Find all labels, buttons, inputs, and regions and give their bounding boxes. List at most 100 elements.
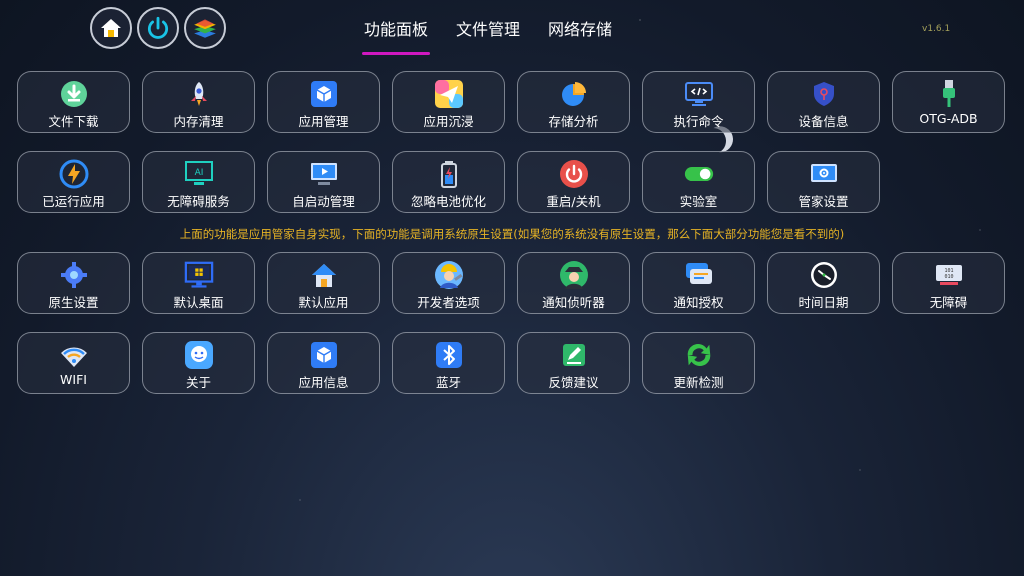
pie-chart-icon	[561, 82, 586, 106]
tile-app-manager[interactable]: 应用管理	[267, 71, 380, 133]
tile-manager-settings[interactable]: 管家设置	[767, 151, 880, 213]
layers-button[interactable]	[184, 7, 226, 49]
tile-label: 通知授权	[673, 295, 724, 310]
tile-developer-options[interactable]: 开发者选项	[392, 252, 505, 314]
tile-autostart-manager[interactable]: 自启动管理	[267, 151, 380, 213]
tile-wifi[interactable]: WIFI	[17, 332, 130, 394]
app-cube-icon	[310, 342, 337, 368]
toggle-icon	[684, 166, 713, 182]
tile-default-desktop[interactable]: 默认桌面	[142, 252, 255, 314]
tile-bluetooth[interactable]: 蓝牙	[392, 332, 505, 394]
tab-function-panel[interactable]: 功能面板	[350, 18, 442, 55]
tile-label: 内存清理	[173, 114, 224, 129]
tile-running-apps[interactable]: 已运行应用	[17, 151, 130, 213]
info-note: 上面的功能是应用管家自身实现，下面的功能是调用系统原生设置(如果您的系统没有原生…	[179, 227, 845, 241]
tile-label: 默认桌面	[173, 295, 224, 310]
home-app-icon	[311, 264, 336, 287]
tile-label: 应用管理	[298, 114, 349, 129]
usb-icon	[942, 80, 955, 107]
tile-accessibility-service[interactable]: AI 无障碍服务	[142, 151, 255, 213]
code-monitor-icon	[684, 82, 713, 106]
tile-label: 默认应用	[298, 295, 349, 310]
tile-label: 反馈建议	[548, 375, 599, 390]
tile-label: 原生设置	[48, 295, 99, 310]
developer-worker-icon	[434, 261, 463, 289]
desktop-icon	[184, 261, 213, 288]
tile-storage-analysis[interactable]: 存储分析	[517, 71, 630, 133]
tile-otg-adb[interactable]: OTG-ADB	[892, 71, 1005, 133]
home-icon	[101, 19, 121, 37]
power-button[interactable]	[137, 7, 179, 49]
tile-file-download[interactable]: 文件下载	[17, 71, 130, 133]
wifi-icon	[60, 347, 87, 367]
battery-icon	[440, 161, 457, 188]
tile-label: 关于	[185, 375, 211, 390]
tab-file-manager[interactable]: 文件管理	[442, 18, 534, 52]
app-cube-icon	[310, 81, 337, 107]
clock-icon	[810, 262, 837, 288]
tile-label: 蓝牙	[435, 375, 461, 390]
tile-label: 无障碍	[929, 295, 968, 310]
tile-label: 重启/关机	[546, 194, 601, 209]
tile-notification-authorization[interactable]: 通知授权	[642, 252, 755, 314]
tile-label: WIFI	[60, 372, 87, 387]
version-label: v1.6.1	[922, 24, 951, 34]
home-button[interactable]	[90, 7, 132, 49]
tile-label: 时间日期	[798, 295, 849, 310]
ai-screen-icon: AI	[184, 161, 213, 185]
main-tabs: 功能面板 文件管理 网络存储	[350, 18, 626, 55]
tile-update-check[interactable]: 更新检测	[642, 332, 755, 394]
edit-note-icon	[562, 344, 585, 366]
download-icon	[60, 81, 87, 107]
tile-label: 应用沉浸	[423, 114, 474, 129]
tile-time-date[interactable]: 时间日期	[767, 252, 880, 314]
gear-icon	[60, 262, 87, 288]
top-icon-bar	[90, 7, 226, 49]
tab-network-storage[interactable]: 网络存储	[534, 18, 626, 52]
tile-app-immersive[interactable]: 应用沉浸	[392, 71, 505, 133]
power-icon	[147, 16, 169, 39]
tile-label: 通知侦听器	[542, 295, 605, 310]
tile-label: 执行命令	[673, 114, 724, 129]
tile-label: 设备信息	[798, 114, 849, 129]
tile-label: 已运行应用	[42, 194, 105, 209]
tile-label: 实验室	[679, 194, 718, 209]
tile-label: 自启动管理	[292, 194, 355, 209]
layers-icon	[194, 19, 216, 38]
monitor-play-icon	[310, 163, 337, 185]
tile-label: 忽略电池优化	[410, 194, 486, 209]
detective-icon	[559, 261, 588, 289]
tile-reboot-shutdown[interactable]: 重启/关机	[517, 151, 630, 213]
chat-bubble-icon	[685, 263, 712, 284]
tile-feedback[interactable]: 反馈建议	[517, 332, 630, 394]
settings-screen-icon	[810, 164, 837, 182]
bluetooth-icon	[435, 342, 462, 368]
paper-plane-icon	[434, 80, 463, 108]
svg-text:010: 010	[944, 274, 953, 280]
tile-native-settings[interactable]: 原生设置	[17, 252, 130, 314]
tile-label: 无障碍服务	[167, 194, 230, 209]
power-off-icon	[559, 160, 588, 188]
tile-label: 管家设置	[798, 194, 849, 209]
tile-label: 文件下载	[48, 114, 99, 129]
tile-label: 开发者选项	[417, 295, 480, 310]
tile-accessibility[interactable]: 101 010 无障碍	[892, 252, 1005, 314]
shield-icon	[813, 82, 834, 106]
rocket-icon	[190, 82, 207, 106]
tile-notification-listener[interactable]: 通知侦听器	[517, 252, 630, 314]
svg-text:AI: AI	[194, 168, 203, 178]
tile-default-apps[interactable]: 默认应用	[267, 252, 380, 314]
tile-label: 应用信息	[298, 375, 349, 390]
tile-label: OTG-ADB	[919, 111, 978, 126]
tile-app-info[interactable]: 应用信息	[267, 332, 380, 394]
tile-label: 存储分析	[548, 114, 599, 129]
tile-about[interactable]: 关于	[142, 332, 255, 394]
lightning-icon	[59, 159, 88, 189]
tile-memory-clean[interactable]: 内存清理	[142, 71, 255, 133]
refresh-icon	[687, 344, 710, 366]
tile-device-info[interactable]: 设备信息	[767, 71, 880, 133]
tile-label: 更新检测	[673, 375, 724, 390]
tile-execute-command[interactable]: 执行命令	[642, 71, 755, 133]
tile-lab[interactable]: 实验室	[642, 151, 755, 213]
tile-ignore-battery-optimization[interactable]: 忽略电池优化	[392, 151, 505, 213]
